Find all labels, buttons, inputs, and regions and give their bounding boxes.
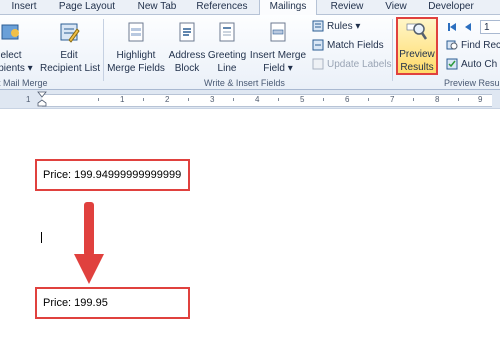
tab-references[interactable]: References	[191, 0, 253, 14]
match-fields-label: Match Fields	[327, 40, 384, 51]
ruler-tick	[98, 98, 99, 101]
merge-field-after-box[interactable]: Price: 199.95	[35, 287, 190, 319]
magnifier-icon	[406, 23, 428, 40]
mailings-ribbon: elect ipients ▾ Edit Recipient List t Ma…	[0, 15, 500, 90]
highlight-merge-fields-icon	[128, 22, 144, 42]
ruler-number: 4	[255, 95, 260, 104]
insert-merge-field-icon	[270, 22, 286, 42]
greeting-line-label-2: Line	[217, 63, 237, 74]
edit-recipient-list-label-2: Recipient List	[40, 63, 101, 74]
greeting-line-button[interactable]: Greeting Line	[206, 21, 248, 74]
insert-merge-field-label-1: Insert Merge	[249, 50, 307, 61]
indent-marker-icon[interactable]	[37, 91, 47, 107]
down-arrow-icon	[74, 202, 104, 284]
rules-icon	[312, 20, 324, 32]
merge-field-before-box[interactable]: Price: 199.94999999999999	[35, 159, 190, 191]
group-separator	[392, 19, 393, 81]
greeting-line-icon	[219, 22, 235, 42]
ruler-number: 8	[435, 95, 440, 104]
rules-button[interactable]: Rules ▾	[312, 19, 360, 35]
select-recipients-label-1: elect	[0, 50, 22, 61]
ruler-number: 1	[120, 95, 125, 104]
ruler-number: 2	[165, 95, 170, 104]
preview-results-button[interactable]: Preview Results	[396, 20, 438, 73]
match-fields-icon	[312, 39, 324, 51]
edit-recipient-list-label-1: Edit	[60, 50, 78, 61]
first-record-icon	[448, 23, 456, 32]
ruler-number: 1	[26, 95, 31, 104]
group-separator	[103, 19, 104, 81]
record-number-field[interactable]: 1	[480, 20, 500, 34]
tab-mailings[interactable]: Mailings	[259, 0, 317, 15]
tab-new-tab[interactable]: New Tab	[128, 0, 186, 14]
tab-review[interactable]: Review	[324, 0, 370, 14]
auto-check-button[interactable]: Auto Ch	[446, 57, 497, 73]
text-cursor	[41, 232, 42, 243]
ruler-tick	[368, 98, 369, 101]
address-block-button[interactable]: Address Block	[168, 21, 206, 74]
find-recipient-button[interactable]: Find Rec	[446, 38, 500, 54]
tab-developer[interactable]: Developer	[422, 0, 480, 14]
match-fields-button[interactable]: Match Fields	[312, 38, 384, 54]
select-recipients-icon	[1, 24, 19, 40]
ruler-tick	[458, 98, 459, 101]
greeting-line-label-1: Greeting	[207, 50, 247, 61]
find-recipient-icon	[446, 40, 458, 50]
document-top-edge	[0, 108, 500, 109]
ruler-tick	[188, 98, 189, 101]
tab-view[interactable]: View	[378, 0, 414, 14]
edit-recipient-list-button[interactable]: Edit Recipient List	[40, 21, 101, 74]
highlight-merge-fields-label-1: Highlight	[116, 50, 156, 61]
update-labels-icon	[312, 58, 324, 70]
previous-record-button[interactable]	[462, 20, 477, 36]
address-block-label-1: Address	[168, 50, 206, 61]
preview-results-label-1: Preview	[399, 49, 435, 60]
highlight-merge-fields-label-2: Merge Fields	[107, 63, 165, 74]
preview-results-label-2: Results	[400, 62, 434, 73]
tab-insert[interactable]: Insert	[4, 0, 44, 14]
ruler-tick	[143, 98, 144, 101]
ruler-number: 7	[390, 95, 395, 104]
select-recipients-label-2: ipients ▾	[0, 63, 33, 74]
rules-label: Rules ▾	[327, 21, 361, 32]
price-after-text: Price: 199.95	[43, 297, 108, 309]
first-record-button[interactable]	[446, 20, 461, 36]
edit-recipient-list-icon	[60, 23, 80, 43]
ruler-tick	[323, 98, 324, 101]
ribbon-tab-bar: Insert Page Layout New Tab References Ma…	[0, 0, 500, 15]
highlight-merge-fields-button[interactable]: Highlight Merge Fields	[107, 21, 165, 74]
ruler-number: 9	[478, 95, 483, 104]
ruler-tick	[233, 98, 234, 101]
address-block-label-2: Block	[174, 63, 200, 74]
update-labels-button[interactable]: Update Labels	[312, 57, 392, 73]
ruler-tick	[278, 98, 279, 101]
ruler-number: 3	[210, 95, 215, 104]
preview-results-group-label: Preview Resu	[444, 78, 500, 88]
address-block-icon	[179, 22, 195, 42]
previous-record-icon	[465, 23, 471, 32]
price-before-text: Price: 199.94999999999999	[43, 169, 182, 181]
insert-merge-field-button[interactable]: Insert Merge Field ▾	[249, 21, 307, 74]
auto-check-label: Auto Ch	[461, 59, 498, 70]
ruler-page-area	[42, 94, 492, 107]
tab-page-layout[interactable]: Page Layout	[52, 0, 122, 14]
write-insert-fields-group-label: Write & Insert Fields	[204, 78, 285, 88]
update-labels-label: Update Labels	[327, 59, 392, 70]
ruler-tick	[413, 98, 414, 101]
start-mail-merge-group-label: t Mail Merge	[0, 78, 48, 88]
ruler-number: 5	[300, 95, 305, 104]
find-recipient-label: Find Rec	[461, 40, 500, 51]
insert-merge-field-label-2: Field ▾	[263, 63, 293, 74]
auto-check-icon	[446, 58, 458, 70]
select-recipients-button[interactable]: elect ipients ▾	[0, 21, 33, 74]
ruler-number: 6	[345, 95, 350, 104]
